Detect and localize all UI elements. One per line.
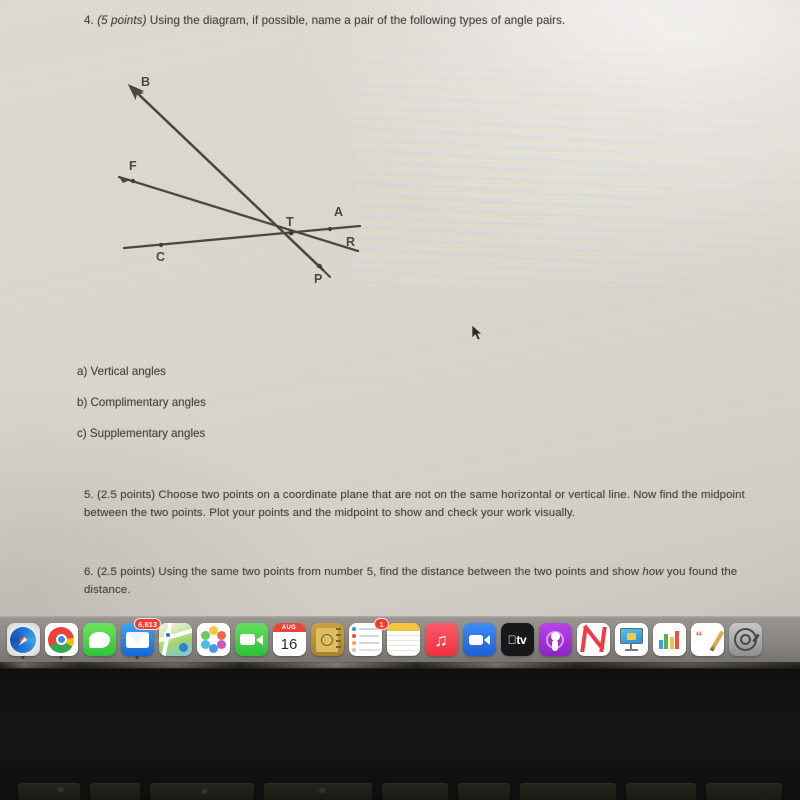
laptop-body [0,662,800,800]
choice-a: a) Vertical angles [77,365,407,378]
choice-c-key: c) [77,427,87,440]
line-BP [127,84,331,278]
keyboard-key [18,783,80,800]
laptop-screen-worksheet: 4. (5 points) Using the diagram, if poss… [0,0,800,618]
contacts-icon[interactable] [310,623,344,656]
app-running-indicator [21,655,25,659]
diagram-label-C: C [156,250,165,264]
dock-item-numbers[interactable] [650,620,688,660]
dock-item-keynote[interactable] [612,620,650,660]
keyboard-key [264,783,372,800]
keyboard-glint [320,789,325,792]
dock-item-contacts[interactable] [308,620,346,660]
moire-interference-pattern [355,52,785,287]
diagram-label-F: F [129,159,137,173]
choice-b-key: b) [77,396,88,409]
question-5-number: 5. [84,489,94,501]
choice-c: c) Supplementary angles [77,427,407,440]
dock-item-reminders[interactable]: 1 [346,617,389,660]
dock-item-google-chrome[interactable] [42,620,80,660]
news-icon[interactable] [576,623,610,656]
choice-a-key: a) [77,365,88,378]
dock-item-mail[interactable]: 6,813 [118,617,161,660]
dock-item-podcasts[interactable] [536,620,574,660]
photos-icon[interactable] [196,623,230,656]
dock-item-pages[interactable]: “ [688,620,726,660]
geometry-diagram-svg: B F T A R C P [117,75,362,286]
keyboard-glint [58,788,63,791]
dock-item-system-preferences[interactable] [726,620,764,660]
question-5-points: (2.5 points) [96,489,156,501]
question-6-number: 6. [84,566,94,578]
dock-item-news[interactable] [574,620,612,660]
safari-icon[interactable] [6,623,40,656]
macos-dock[interactable]: 6,813 AUG 16 1 ♫ tv “ [0,616,800,662]
question-5: 5. (2.5 points) Choose two points on a c… [84,487,756,522]
dock-item-notes[interactable] [384,620,422,660]
pages-icon[interactable]: “ [690,623,724,656]
music-icon[interactable]: ♫ [424,623,458,656]
keyboard-key [520,783,616,800]
question-6-points: (2.5 points) [96,566,156,578]
question-4: 4. (5 points) Using the diagram, if poss… [84,12,724,30]
dock-item-messages[interactable] [80,620,118,660]
dock-item-music[interactable]: ♫ [422,620,460,660]
mouse-cursor [471,324,483,341]
dock-item-photo-booth[interactable] [460,620,498,660]
question-4-text: Using the diagram, if possible, name a p… [149,14,566,27]
dock-item-facetime[interactable] [232,620,270,660]
diagram-label-P: P [314,272,322,286]
diagram-label-B: B [141,75,150,89]
dock-item-calendar[interactable]: AUG 16 [270,620,308,660]
laptop-hinge-reflection [0,662,800,668]
keyboard-key [458,783,510,800]
keyboard-key [382,783,448,800]
appletv-icon[interactable]: tv [500,623,534,656]
badge-mail: 6,813 [134,617,161,630]
keynote-icon[interactable] [614,623,648,656]
dock-item-maps[interactable] [156,620,194,660]
point-P-mark [316,263,322,269]
diagram-label-R: R [346,235,355,249]
question-6: 6. (2.5 points) Using the same two point… [84,564,774,599]
choice-a-label: Vertical angles [90,365,166,378]
choice-c-label: Supplementary angles [89,427,206,440]
keyboard-key [90,783,140,800]
app-running-indicator [59,655,63,659]
line-CA [122,224,362,250]
keyboard-key [706,783,782,800]
app-running-indicator [135,655,139,659]
keyboard-key [626,783,696,800]
dock-item-photos[interactable] [194,620,232,660]
question-6-text-italic: how [642,566,664,578]
question-6-text-before: Using the same two points from number 5,… [158,566,643,578]
dock-item-safari[interactable] [4,620,42,660]
maps-icon[interactable] [158,623,192,656]
question-4-number: 4. [84,14,94,27]
moire-interference-pattern-secondary [430,140,760,280]
notes-icon[interactable] [386,623,420,656]
calendar-icon[interactable]: AUG 16 [272,623,306,656]
photobooth-icon[interactable] [462,623,496,656]
system-preferences-icon[interactable] [728,623,762,656]
photo-of-laptop: 4. (5 points) Using the diagram, if poss… [0,0,800,800]
geometry-diagram: B F T A R C P [108,70,388,300]
podcasts-icon[interactable] [538,623,572,656]
dock-item-apple-tv[interactable]: tv [498,620,536,660]
facetime-icon[interactable] [234,623,268,656]
messages-icon[interactable] [82,623,116,656]
badge-reminders: 1 [374,617,389,630]
keyboard-glint [202,790,207,793]
choice-b: b) Complimentary angles [77,396,407,409]
numbers-icon[interactable] [652,623,686,656]
diagram-label-A: A [334,205,343,219]
choice-b-label: Complimentary angles [90,396,206,409]
point-T [288,230,294,236]
question-4-points: (5 points) [97,14,147,27]
diagram-label-T: T [286,215,294,229]
chrome-icon[interactable] [44,623,78,656]
question-5-text: Choose two points on a coordinate plane … [84,489,745,519]
